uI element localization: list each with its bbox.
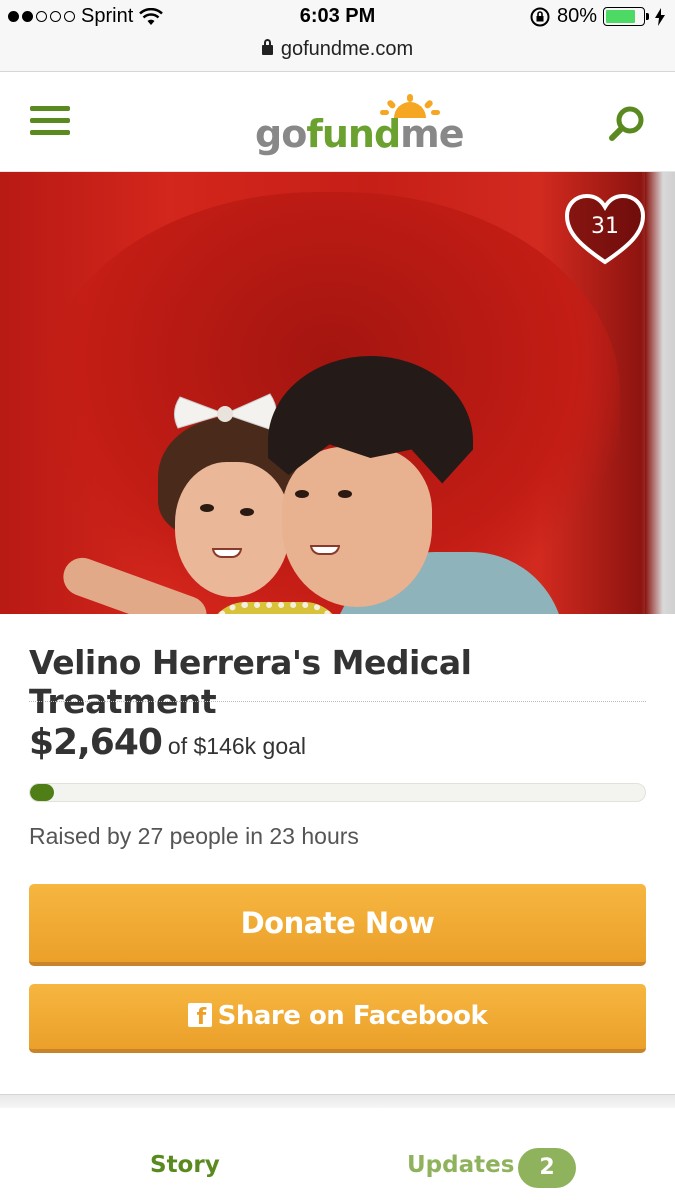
address-bar[interactable]: gofundme.com — [0, 34, 675, 72]
progress-bar-fill — [30, 784, 54, 801]
hamburger-menu-icon[interactable] — [30, 106, 70, 138]
lock-icon — [261, 39, 273, 55]
donate-now-label: Donate Now — [240, 906, 435, 940]
logo-wordmark: gofundme — [255, 112, 465, 156]
title-divider — [29, 701, 646, 702]
search-icon[interactable] — [607, 104, 647, 144]
battery-icon — [603, 7, 649, 26]
campaign-photo: 31 — [0, 172, 675, 614]
goal-text: of $146k goal — [167, 733, 307, 759]
gofundme-logo[interactable]: gofundme — [255, 94, 465, 156]
charging-icon — [655, 7, 665, 26]
section-divider — [0, 1094, 675, 1108]
tab-story[interactable]: Story — [150, 1152, 220, 1178]
photo-hair-bow — [174, 393, 277, 431]
favorite-heart-button[interactable]: 31 — [563, 192, 647, 268]
url-text: gofundme.com — [280, 38, 414, 60]
tab-updates[interactable]: Updates — [407, 1152, 514, 1178]
campaign-tabs: Story Updates 2 — [0, 1130, 675, 1200]
campaign-title: Velino Herrera's Medical Treatment — [29, 643, 472, 721]
site-header: gofundme — [0, 72, 675, 172]
progress-bar — [29, 783, 646, 802]
status-right: 80% — [529, 5, 665, 28]
facebook-icon: f — [187, 1003, 212, 1027]
battery-percent: 80% — [556, 5, 597, 27]
share-on-facebook-label: Share on Facebook — [217, 1001, 488, 1031]
share-on-facebook-button[interactable]: f Share on Facebook — [29, 984, 646, 1053]
battery-fill — [606, 10, 635, 23]
donate-now-button[interactable]: Donate Now — [29, 884, 646, 966]
updates-count-badge[interactable]: 2 — [518, 1148, 576, 1188]
orientation-lock-icon — [530, 7, 550, 26]
raised-by-text: Raised by 27 people in 23 hours — [29, 823, 359, 849]
raised-summary: $2,640 of $146k goal — [29, 722, 306, 763]
status-bar: Sprint 6:03 PM 80% — [0, 0, 675, 34]
raised-amount: $2,640 — [29, 722, 163, 763]
heart-count: 31 — [591, 214, 619, 239]
photo-boy-face — [282, 447, 432, 607]
photo-girl-face — [175, 462, 290, 597]
